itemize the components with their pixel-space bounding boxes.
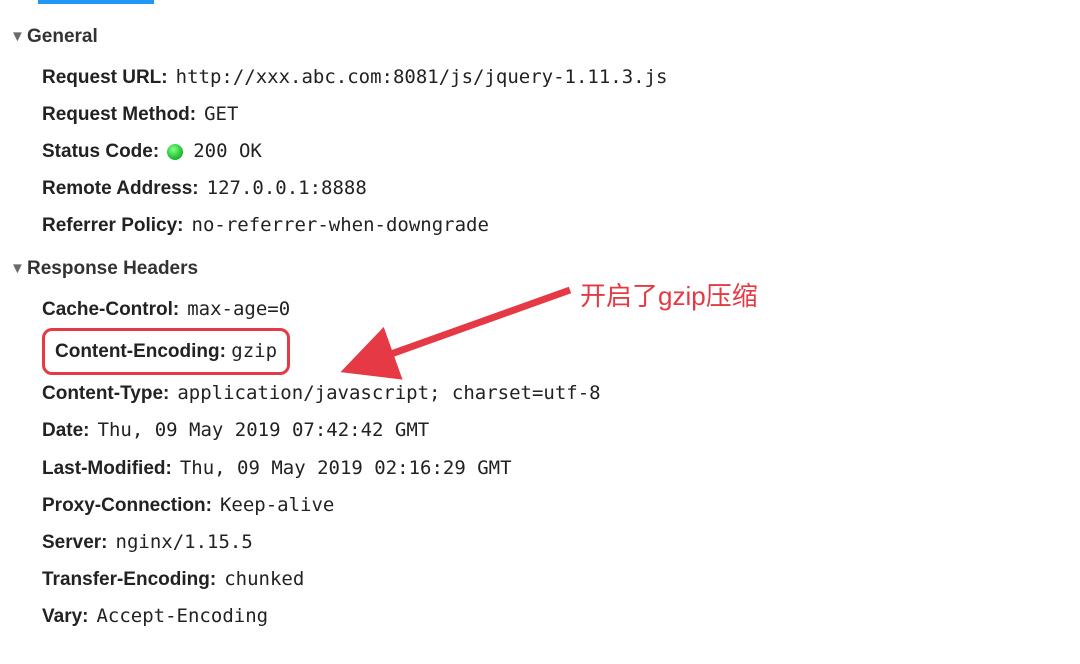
value-status-code: 200 OK — [193, 133, 262, 170]
label-date: Date: — [42, 412, 90, 449]
collapse-triangle-icon: ▼ — [10, 261, 24, 276]
label-referrer-policy: Referrer Policy: — [42, 207, 184, 244]
row-last-modified: Last-Modified: Thu, 09 May 2019 02:16:29… — [42, 450, 1070, 487]
headers-panel: ▼ General Request URL: http://xxx.abc.co… — [0, 0, 1080, 651]
value-remote-address: 127.0.0.1:8888 — [207, 170, 367, 207]
row-status-code: Status Code: 200 OK — [42, 133, 1070, 170]
content-encoding-highlight: Content-Encoding: gzip — [42, 328, 290, 375]
label-content-type: Content-Type: — [42, 375, 169, 412]
row-proxy-connection: Proxy-Connection: Keep-alive — [42, 487, 1070, 524]
row-request-method: Request Method: GET — [42, 96, 1070, 133]
label-status-code: Status Code: — [42, 133, 159, 170]
row-referrer-policy: Referrer Policy: no-referrer-when-downgr… — [42, 207, 1070, 244]
row-content-type: Content-Type: application/javascript; ch… — [42, 375, 1070, 412]
value-request-url: http://xxx.abc.com:8081/js/jquery-1.11.3… — [176, 59, 668, 96]
response-headers-header[interactable]: ▼ Response Headers — [10, 250, 1070, 291]
row-date: Date: Thu, 09 May 2019 07:42:42 GMT — [42, 412, 1070, 449]
status-dot-icon — [167, 144, 183, 160]
row-remote-address: Remote Address: 127.0.0.1:8888 — [42, 170, 1070, 207]
value-vary: Accept-Encoding — [96, 598, 268, 635]
value-date: Thu, 09 May 2019 07:42:42 GMT — [98, 412, 430, 449]
value-last-modified: Thu, 09 May 2019 02:16:29 GMT — [180, 450, 512, 487]
general-title: General — [27, 18, 98, 55]
label-proxy-connection: Proxy-Connection: — [42, 487, 212, 524]
value-request-method: GET — [204, 96, 238, 133]
general-section: ▼ General Request URL: http://xxx.abc.co… — [10, 18, 1070, 244]
value-proxy-connection: Keep-alive — [220, 487, 334, 524]
response-headers-section: ▼ Response Headers Cache-Control: max-ag… — [10, 250, 1070, 634]
row-request-url: Request URL: http://xxx.abc.com:8081/js/… — [42, 59, 1070, 96]
response-headers-body: Cache-Control: max-age=0 Content-Encodin… — [10, 291, 1070, 634]
row-transfer-encoding: Transfer-Encoding: chunked — [42, 561, 1070, 598]
label-last-modified: Last-Modified: — [42, 450, 172, 487]
value-content-type: application/javascript; charset=utf-8 — [177, 375, 600, 412]
label-server: Server: — [42, 524, 108, 561]
label-remote-address: Remote Address: — [42, 170, 199, 207]
value-server: nginx/1.15.5 — [116, 524, 253, 561]
row-server: Server: nginx/1.15.5 — [42, 524, 1070, 561]
label-transfer-encoding: Transfer-Encoding: — [42, 561, 216, 598]
label-request-url: Request URL: — [42, 59, 168, 96]
general-header[interactable]: ▼ General — [10, 18, 1070, 59]
active-tab-indicator — [38, 0, 154, 4]
general-body: Request URL: http://xxx.abc.com:8081/js/… — [10, 59, 1070, 244]
value-content-encoding: gzip — [231, 340, 277, 362]
value-cache-control: max-age=0 — [187, 291, 290, 328]
row-vary: Vary: Accept-Encoding — [42, 598, 1070, 635]
value-transfer-encoding: chunked — [224, 561, 304, 598]
label-request-method: Request Method: — [42, 96, 196, 133]
row-content-encoding: Content-Encoding: gzip — [42, 328, 1070, 375]
label-vary: Vary: — [42, 598, 88, 635]
label-cache-control: Cache-Control: — [42, 291, 179, 328]
row-cache-control: Cache-Control: max-age=0 — [42, 291, 1070, 328]
value-referrer-policy: no-referrer-when-downgrade — [192, 207, 489, 244]
label-content-encoding: Content-Encoding: — [55, 341, 226, 362]
collapse-triangle-icon: ▼ — [10, 29, 24, 44]
response-headers-title: Response Headers — [27, 250, 198, 287]
